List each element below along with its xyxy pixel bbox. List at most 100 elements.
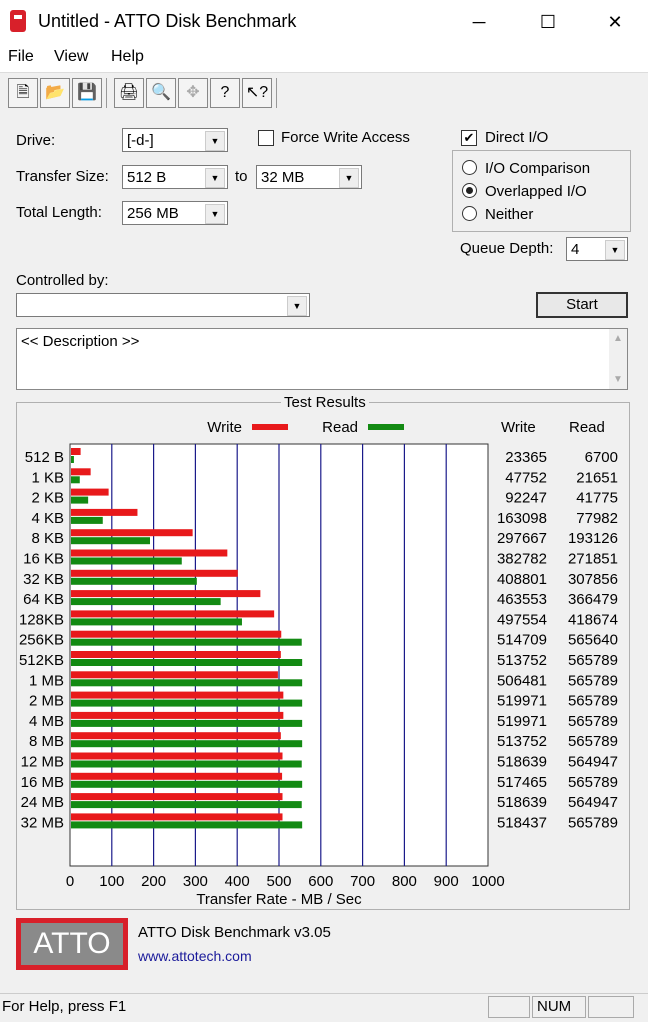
read-bar [71,496,89,504]
read-bar [71,740,303,748]
write-bar [71,752,283,760]
category-label: 24 MB [21,794,64,811]
write-legend-swatch [252,424,288,430]
website-link[interactable]: www.attotech.com [138,948,252,964]
write-value: 518639 [497,754,547,771]
read-value: 565789 [568,774,618,791]
x-tick-label: 300 [183,873,208,890]
read-value: 564947 [568,754,618,771]
category-label: 4 MB [29,713,64,730]
read-value: 565789 [568,733,618,750]
read-bar [71,719,303,727]
read-bar [71,456,74,463]
write-bar [71,711,284,719]
x-tick-label: 500 [266,873,291,890]
write-value: 517465 [497,774,547,791]
category-label: 512 B [25,449,64,466]
write-legend-label: Write [207,419,242,436]
write-value: 497554 [497,611,547,628]
read-bar [71,537,151,545]
category-label: 32 KB [23,571,64,588]
write-bar [71,732,281,740]
write-bar [71,529,193,537]
category-label: 512KB [19,652,64,669]
category-label: 64 KB [23,591,64,608]
read-value: 193126 [568,530,618,547]
results-chart: 0 100 200 300 400 500 600 700 800 900 1000 Transfer… [19,419,618,908]
read-value: 77982 [576,510,618,527]
read-bar [71,679,303,687]
read-value: 21651 [576,469,618,486]
category-label: 128KB [19,611,64,628]
read-value: 366479 [568,591,618,608]
read-bar [71,659,303,666]
category-label: 8 MB [29,733,64,750]
read-value: 564947 [568,794,618,811]
write-value: 506481 [497,672,547,689]
write-bar [71,508,138,516]
read-bar [71,577,197,585]
x-tick-label: 700 [350,873,375,890]
write-value: 92247 [505,490,547,507]
category-label: 8 KB [31,530,64,547]
read-bar [71,598,221,606]
x-tick-label: 0 [66,873,74,890]
read-value: 307856 [568,571,618,588]
write-value: 514709 [497,632,547,649]
category-label: 2 KB [31,490,64,507]
write-value: 408801 [497,571,547,588]
read-bar [71,801,302,809]
category-label: 16 KB [23,551,64,568]
write-value: 382782 [497,551,547,568]
write-value: 519971 [497,693,547,710]
read-bar [71,821,303,829]
write-column-header: Write [501,419,536,436]
category-label: 2 MB [29,693,64,710]
write-bar [71,488,109,496]
x-axis-label: Transfer Rate - MB / Sec [196,891,362,908]
write-bar [71,651,281,658]
write-value: 23365 [505,449,547,466]
write-value: 163098 [497,510,547,527]
logo-text: ATTO [21,923,123,965]
category-label: 256KB [19,632,64,649]
write-value: 463553 [497,591,547,608]
write-bar [71,448,81,455]
read-value: 565789 [568,713,618,730]
category-label: 1 KB [31,469,64,486]
write-bar [71,610,275,618]
category-label: 16 MB [21,774,64,791]
status-num: NUM [532,996,586,1018]
read-bar [71,557,182,565]
status-cell-caps [488,996,530,1018]
x-tick-label: 600 [308,873,333,890]
read-value: 565789 [568,814,618,831]
read-value: 565789 [568,652,618,669]
product-name: ATTO Disk Benchmark v3.05 [138,924,331,941]
write-bar [71,813,283,821]
read-bar [71,780,303,788]
x-tick-label: 1000 [471,873,504,890]
write-bar [71,468,91,476]
write-bar [71,772,283,780]
read-bar [71,516,103,524]
write-value: 519971 [497,713,547,730]
write-bar [71,671,278,679]
read-legend-label: Read [322,419,358,436]
status-cell-scroll [588,996,634,1018]
write-value: 47752 [505,469,547,486]
read-legend-swatch [368,424,404,430]
write-bar [71,691,284,699]
read-bar [71,699,303,707]
write-value: 513752 [497,652,547,669]
write-bar [71,630,282,638]
read-bar [71,638,302,646]
status-bar: For Help, press F1 NUM [0,993,648,1022]
read-value: 418674 [568,611,618,628]
write-value: 518639 [497,794,547,811]
x-tick-label: 400 [225,873,250,890]
read-bar [71,618,242,626]
read-value: 6700 [585,449,618,466]
write-value: 297667 [497,530,547,547]
read-column-header: Read [569,419,605,436]
